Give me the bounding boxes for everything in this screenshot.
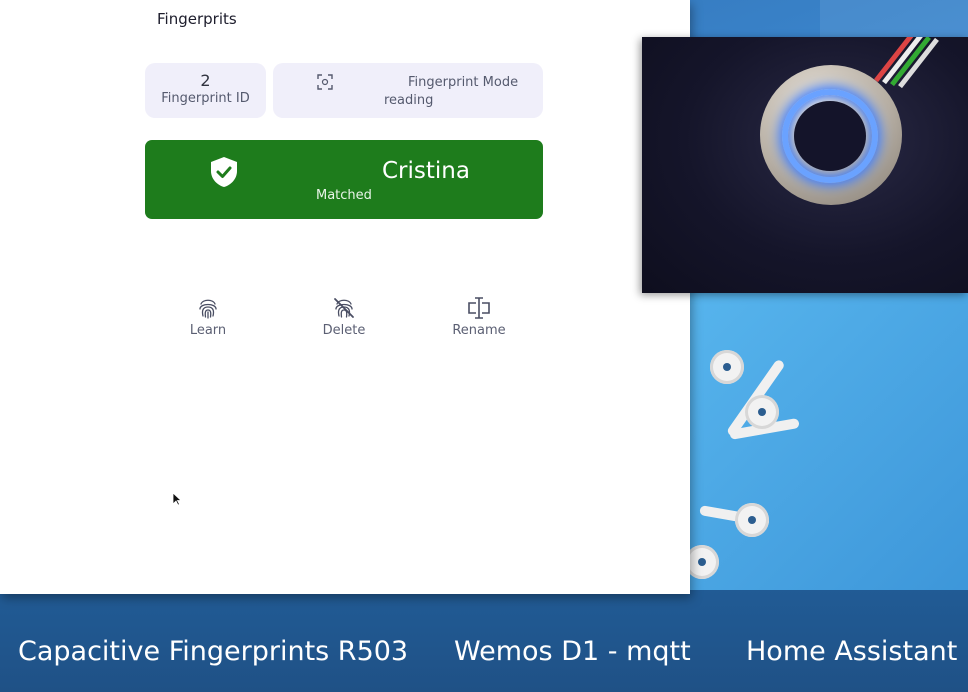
caption-sensor: Capacitive Fingerprints R503 (18, 636, 409, 667)
rename-label: Rename (452, 323, 506, 338)
match-result-card: Cristina Matched (145, 140, 543, 219)
shield-check-icon (211, 157, 237, 187)
mouse-cursor-icon (172, 492, 182, 506)
fingerprint-mode-card: Fingerprint Mode reading (273, 63, 543, 118)
scan-frame-icon (317, 74, 333, 90)
fingerprint-icon (199, 299, 217, 319)
fingerprint-mode-value: reading (384, 93, 434, 108)
matched-user-name: Cristina (382, 158, 470, 184)
fingerprint-id-value: 2 (200, 71, 211, 90)
app-panel: Fingerprits 2 Fingerprint ID Fingerprint… (0, 0, 690, 594)
caption-platform: Home Assistant (746, 636, 958, 667)
delete-button[interactable]: Delete (299, 296, 389, 338)
fingerprint-id-card: 2 Fingerprint ID (145, 63, 266, 118)
fingerprint-off-icon (334, 298, 354, 318)
background-house-logo (660, 290, 968, 600)
sensor-surface (794, 101, 866, 171)
rename-button[interactable]: Rename (434, 296, 524, 338)
delete-label: Delete (322, 323, 366, 338)
text-cursor-icon (468, 297, 490, 319)
learn-button[interactable]: Learn (163, 296, 253, 338)
fingerprint-mode-label: Fingerprint Mode (408, 75, 519, 90)
fingerprint-id-label: Fingerprint ID (161, 91, 250, 106)
caption-board: Wemos D1 - mqtt (454, 636, 691, 667)
learn-label: Learn (189, 323, 227, 338)
app-title: Fingerprits (157, 10, 237, 28)
match-status: Matched (316, 188, 372, 203)
camera-video-overlay (642, 37, 968, 293)
